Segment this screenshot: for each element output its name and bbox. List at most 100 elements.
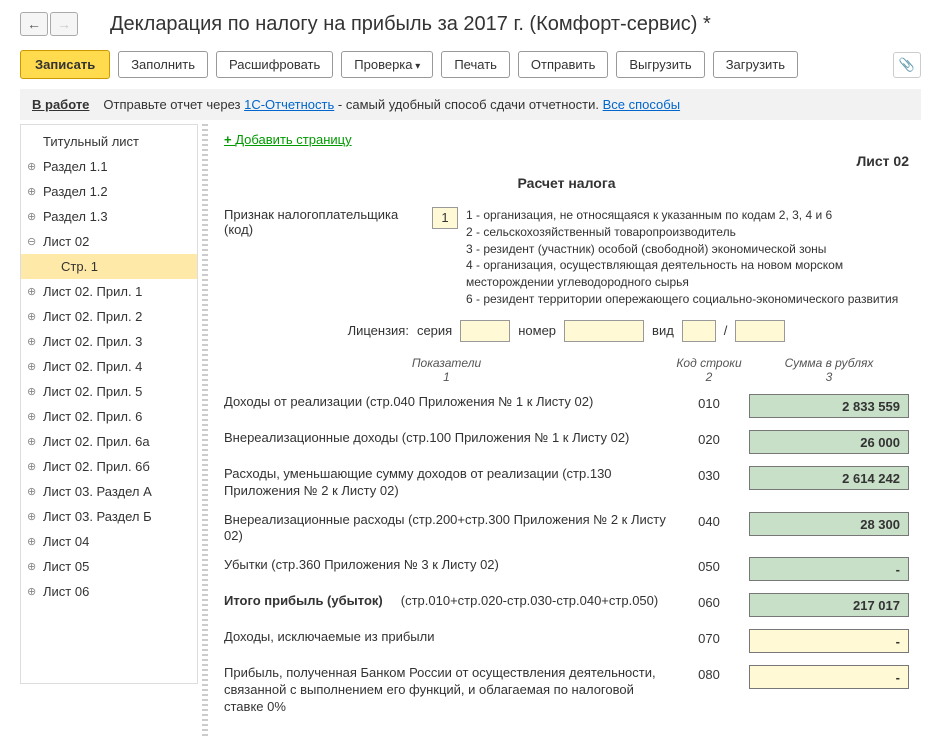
tree-item[interactable]: ⊕Лист 04 [21,529,197,554]
fill-button[interactable]: Заполнить [118,51,208,78]
license-type-input[interactable] [682,320,716,342]
column-headers: Показатели1 Код строки2 Сумма в рублях3 [224,356,909,384]
value-input[interactable]: - [749,629,909,653]
send-button[interactable]: Отправить [518,51,608,78]
expand-icon[interactable]: ⊖ [27,235,36,248]
add-page-link[interactable]: Добавить страницу [224,132,352,147]
import-button[interactable]: Загрузить [713,51,798,78]
tree-item[interactable]: ⊕ Лист 06 [21,579,197,604]
tree-item[interactable]: ⊕ Лист 02. Прил. 1 [21,279,197,304]
row-desc: Итого прибыль (убыток) (стр.010+стр.020-… [224,593,669,610]
data-row: Прибыль, полученная Банком России от осу… [224,665,909,716]
decode-button[interactable]: Расшифровать [216,51,333,78]
value-input[interactable]: 217 017 [749,593,909,617]
expand-icon[interactable]: ⊕ [27,535,36,548]
tree-item[interactable]: ⊕ Раздел 1.2 [21,179,197,204]
value-input[interactable]: - [749,665,909,689]
expand-icon[interactable]: ⊕ [27,460,36,473]
row-desc: Доходы, исключаемые из прибыли [224,629,669,646]
data-row: Доходы, исключаемые из прибыли070- [224,629,909,653]
expand-icon[interactable]: ⊕ [27,185,36,198]
value-input[interactable]: 2 614 242 [749,466,909,490]
tree-item[interactable]: ⊕Лист 03. Раздел А [21,479,197,504]
tree-item-label: Раздел 1.2 [43,184,108,199]
tree-item-label: Лист 02. Прил. 6б [43,459,150,474]
tree-item-label: Раздел 1.3 [43,209,108,224]
page-title: Декларация по налогу на прибыль за 2017 … [110,13,711,36]
tree-item-label: Лист 02. Прил. 2 [43,309,142,324]
tree-item[interactable]: ⊕ Лист 02. Прил. 2 [21,304,197,329]
tree-item[interactable]: ⊕ Лист 02. Прил. 3 [21,329,197,354]
sheet-label: Лист 02 [224,153,909,169]
expand-icon[interactable]: ⊕ [27,435,36,448]
expand-icon[interactable]: ⊕ [27,510,36,523]
note-line: 4 - организация, осуществляющая деятельн… [466,257,909,291]
license-extra-input[interactable] [735,320,785,342]
value-input[interactable]: - [749,557,909,581]
attach-button[interactable]: 📎 [893,52,921,78]
license-sep: / [724,323,728,338]
tree-item-label: Лист 02. Прил. 5 [43,384,142,399]
data-row: Расходы, уменьшающие сумму доходов от ре… [224,466,909,500]
expand-icon[interactable]: ⊕ [27,210,36,223]
tree-item[interactable]: ⊕Лист 03. Раздел Б [21,504,197,529]
value-input[interactable]: 2 833 559 [749,394,909,418]
expand-icon[interactable]: ⊕ [27,560,36,573]
section-title: Расчет налога [224,175,909,191]
tree-item[interactable]: ⊖ Лист 02 [21,229,197,254]
status-link[interactable]: В работе [32,97,89,112]
value-input[interactable]: 28 300 [749,512,909,536]
tree-item-label: Лист 06 [43,584,89,599]
service-link[interactable]: 1С-Отчетность [244,97,334,112]
expand-icon[interactable]: ⊕ [27,285,36,298]
tree-item[interactable]: ⊕ Лист 02. Прил. 5 [21,379,197,404]
license-row: Лицензия: серия номер вид / [224,320,909,342]
paperclip-icon: 📎 [899,57,915,73]
tree-item-label: Лист 02. Прил. 1 [43,284,142,299]
taxpayer-code-input[interactable]: 1 [432,207,458,229]
tree-item[interactable]: ⊕ Раздел 1.3 [21,204,197,229]
expand-icon[interactable]: ⊕ [27,335,36,348]
check-button[interactable]: Проверка [341,51,433,78]
data-row: Убытки (стр.360 Приложения № 3 к Листу 0… [224,557,909,581]
tree-item[interactable]: ⊕Раздел 1.1 [21,154,197,179]
expand-icon[interactable]: ⊕ [27,310,36,323]
row-desc: Внереализационные доходы (стр.100 Прилож… [224,430,669,447]
header: ← → Декларация по налогу на прибыль за 2… [20,12,921,36]
tree-item[interactable]: ⊕ Лист 02. Прил. 6б [21,454,197,479]
expand-icon[interactable]: ⊕ [27,410,36,423]
license-series-input[interactable] [460,320,510,342]
note-line: 2 - сельскохозяйственный товаропроизводи… [466,224,909,241]
print-button[interactable]: Печать [441,51,510,78]
license-number-input[interactable] [564,320,644,342]
expand-icon[interactable]: ⊕ [27,160,36,173]
expand-icon[interactable]: ⊕ [27,360,36,373]
splitter[interactable] [202,124,208,736]
export-button[interactable]: Выгрузить [616,51,704,78]
row-code: 010 [679,394,739,411]
tree-item[interactable]: Титульный лист [21,129,197,154]
all-methods-link[interactable]: Все способы [603,97,680,112]
sidebar: Титульный лист⊕Раздел 1.1⊕Раздел 1.2⊕Раз… [20,124,198,684]
row-code: 080 [679,665,739,682]
tree-item[interactable]: Стр. 1 [21,254,197,279]
tree-item[interactable]: ⊕ Лист 05 [21,554,197,579]
taxpayer-label: Признак налогоплательщика (код) [224,207,424,237]
write-button[interactable]: Записать [20,50,110,79]
expand-icon[interactable]: ⊕ [27,485,36,498]
tree-item-label: Лист 02. Прил. 3 [43,334,142,349]
row-desc: Расходы, уменьшающие сумму доходов от ре… [224,466,669,500]
back-button[interactable]: ← [20,12,48,36]
expand-icon[interactable]: ⊕ [27,385,36,398]
tree-item-label: Лист 05 [43,559,89,574]
row-desc: Прибыль, полученная Банком России от осу… [224,665,669,716]
expand-icon[interactable]: ⊕ [27,585,36,598]
main: Титульный лист⊕Раздел 1.1⊕Раздел 1.2⊕Раз… [20,124,921,736]
tree-item[interactable]: ⊕Лист 02. Прил. 6а [21,429,197,454]
tree-item[interactable]: ⊕Лист 02. Прил. 6 [21,404,197,429]
row-desc: Доходы от реализации (стр.040 Приложения… [224,394,669,411]
forward-button[interactable]: → [50,12,78,36]
tree-item[interactable]: ⊕Лист 02. Прил. 4 [21,354,197,379]
tree-item-label: Лист 02 [43,234,89,249]
value-input[interactable]: 26 000 [749,430,909,454]
